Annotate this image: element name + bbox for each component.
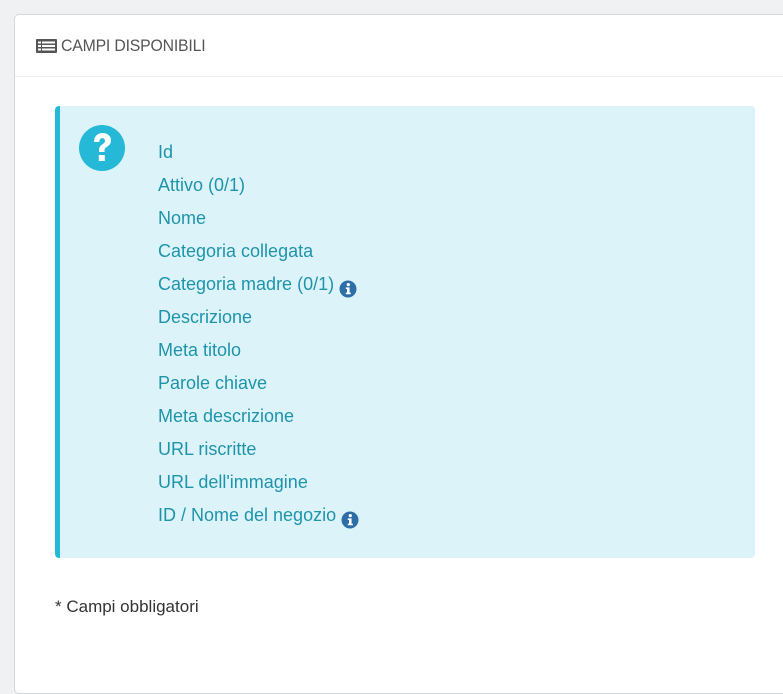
field-label: Parole chiave xyxy=(158,373,268,393)
field-label: Meta descrizione xyxy=(158,406,295,426)
field-label: ID / Nome del negozio xyxy=(158,505,337,525)
field-label: URL riscritte xyxy=(158,439,257,459)
field-item: URL riscritte xyxy=(158,433,359,466)
available-fields-list: Id Attivo (0/1) Nome Categoria collegata Cat… xyxy=(158,136,359,532)
field-item: Meta descrizione xyxy=(158,400,359,433)
fields-info-box: Id Attivo (0/1) Nome Categoria collegata Cat… xyxy=(55,106,755,558)
required-fields-note: * Campi obbligatori xyxy=(55,597,199,616)
field-item: Id xyxy=(158,136,359,169)
field-item: Descrizione xyxy=(158,301,359,334)
info-circle-icon[interactable] xyxy=(339,276,357,297)
info-circle-icon[interactable] xyxy=(341,507,359,528)
question-circle-icon xyxy=(77,123,127,173)
field-item: Categoria collegata xyxy=(158,235,359,268)
field-item: URL dell'immagine xyxy=(158,466,359,499)
field-item: Parole chiave xyxy=(158,367,359,400)
field-label: Id xyxy=(158,142,174,162)
field-label: Meta titolo xyxy=(158,340,242,360)
field-item: Meta titolo xyxy=(158,334,359,367)
list-alt-icon xyxy=(35,38,58,54)
panel-title: CAMPI DISPONIBILI xyxy=(61,35,206,55)
available-fields-panel: CAMPI DISPONIBILI Id Attivo (0/1) Nome Cate… xyxy=(14,14,783,694)
field-label: URL dell'immagine xyxy=(158,472,308,492)
field-item: Categoria madre (0/1) xyxy=(158,268,359,301)
field-label: Categoria collegata xyxy=(158,241,314,261)
field-item: ID / Nome del negozio xyxy=(158,499,359,532)
field-label: Attivo (0/1) xyxy=(158,175,246,195)
field-label: Descrizione xyxy=(158,307,253,327)
field-label: Categoria madre (0/1) xyxy=(158,274,335,294)
panel-heading: CAMPI DISPONIBILI xyxy=(15,15,783,77)
field-item: Nome xyxy=(158,202,359,235)
field-label: Nome xyxy=(158,208,207,228)
field-item: Attivo (0/1) xyxy=(158,169,359,202)
